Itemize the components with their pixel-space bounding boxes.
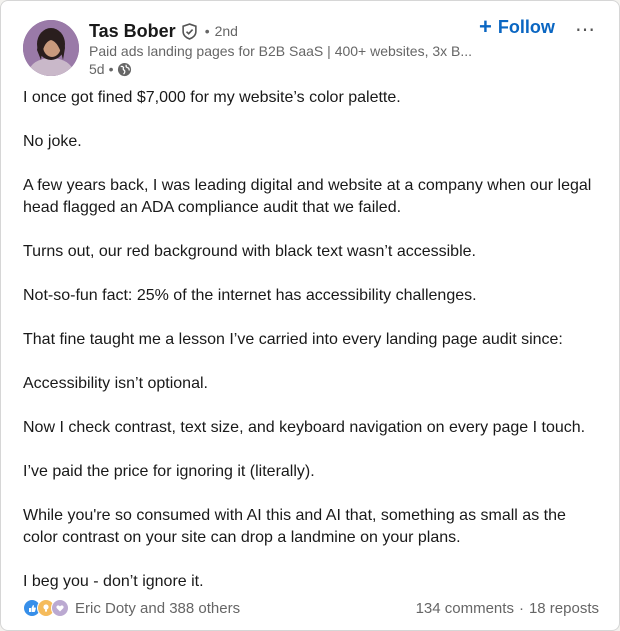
post-meta: 5d • xyxy=(89,60,132,78)
post-paragraph: A few years back, I was leading digital … xyxy=(23,177,592,216)
globe-icon xyxy=(117,62,132,77)
author-avatar[interactable] xyxy=(23,20,79,76)
verified-shield-icon xyxy=(181,22,198,40)
post-body: I once got fined $7,000 for my website’s… xyxy=(23,87,601,615)
plus-icon: + xyxy=(479,14,492,39)
reposts-count[interactable]: 18 reposts xyxy=(529,600,599,617)
reaction-icons xyxy=(23,599,69,617)
connection-degree: 2nd xyxy=(214,23,238,39)
engagement-counts: 134 comments · 18 reposts xyxy=(416,600,599,617)
follow-label: Follow xyxy=(497,16,555,37)
post-paragraph: I once got fined $7,000 for my website’s… xyxy=(23,89,401,106)
more-options-icon[interactable]: ⋯ xyxy=(575,17,596,42)
post-paragraph: While you're so consumed with AI this an… xyxy=(23,507,566,546)
social-counts-bar: Eric Doty and 388 others 134 comments · … xyxy=(23,598,599,618)
reactions-summary[interactable]: Eric Doty and 388 others xyxy=(23,599,240,617)
author-name[interactable]: Tas Bober xyxy=(89,21,176,42)
meta-separator: • xyxy=(108,61,114,77)
support-reaction-icon xyxy=(51,599,69,617)
post-paragraph: I’ve paid the price for ignoring it (lit… xyxy=(23,463,315,480)
post-paragraph: That fine taught me a lesson I’ve carrie… xyxy=(23,331,563,348)
post-paragraph: No joke. xyxy=(23,133,82,150)
author-name-row: Tas Bober • 2nd xyxy=(89,19,238,43)
post-paragraph: Now I check contrast, text size, and key… xyxy=(23,419,586,436)
counts-separator: · xyxy=(518,599,524,617)
post-paragraph: Not-so-fun fact: 25% of the internet has… xyxy=(23,287,477,304)
post-paragraph: Accessibility isn’t optional. xyxy=(23,375,208,392)
follow-button[interactable]: + Follow xyxy=(479,16,555,38)
post-paragraph: Turns out, our red background with black… xyxy=(23,243,476,260)
post-card: Tas Bober • 2nd Paid ads landing pages f… xyxy=(0,0,620,631)
comments-count[interactable]: 134 comments xyxy=(416,600,514,617)
author-headline: Paid ads landing pages for B2B SaaS | 40… xyxy=(89,43,473,59)
post-time: 5d xyxy=(89,61,105,77)
degree-separator: • xyxy=(204,23,210,39)
post-paragraph: I beg you - don’t ignore it. xyxy=(23,573,204,590)
reactors-text: Eric Doty and 388 others xyxy=(75,599,241,617)
avatar-photo xyxy=(23,20,79,76)
